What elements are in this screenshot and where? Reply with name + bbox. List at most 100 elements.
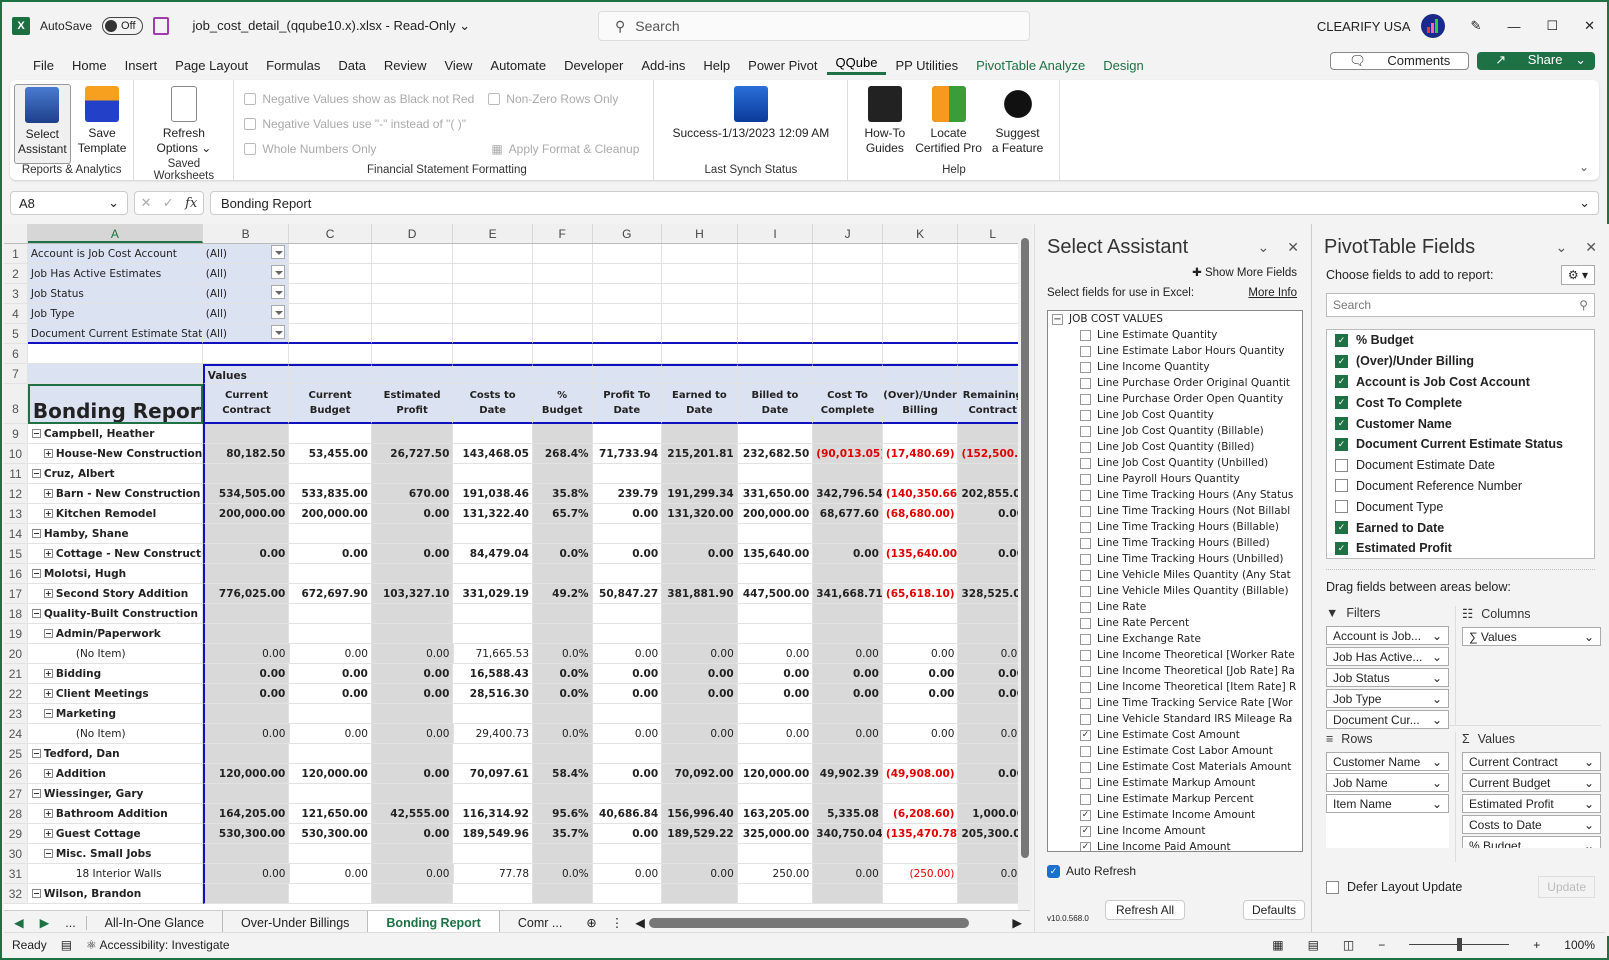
value-cell[interactable]: 84,479.04 — [453, 544, 533, 564]
value-cell[interactable]: (6,208.60) — [882, 804, 959, 824]
field-option[interactable]: Line Estimate Markup Percent — [1048, 791, 1302, 807]
collapse-icon[interactable]: − — [1052, 313, 1063, 325]
value-cell[interactable] — [453, 604, 533, 624]
cell[interactable] — [662, 264, 738, 284]
checkbox-unchecked[interactable] — [1080, 489, 1091, 501]
sheet-tab-comr[interactable]: Comr ... — [500, 911, 580, 935]
value-cell[interactable]: 0.00 — [882, 724, 959, 744]
value-cell[interactable]: 68,677.60 — [813, 504, 883, 524]
cell[interactable] — [662, 244, 738, 264]
value-cell[interactable] — [813, 564, 883, 584]
column-header[interactable]: E — [453, 224, 533, 243]
value-cell[interactable]: 0.00 — [202, 664, 290, 684]
checkbox-unchecked[interactable] — [1080, 361, 1091, 373]
value-cell[interactable]: 0.00 — [737, 664, 814, 684]
field-option[interactable]: ✓ Line Estimate Cost Amount — [1048, 727, 1302, 743]
value-cell[interactable]: 156,996.40 — [662, 804, 738, 824]
row-number[interactable]: 10 — [4, 444, 28, 464]
value-cell[interactable] — [202, 424, 290, 444]
tab-formulas[interactable]: Formulas — [257, 58, 329, 73]
value-cell[interactable]: 0.00 — [289, 724, 372, 744]
row-label[interactable]: (No Item) — [27, 644, 204, 664]
sheet-tab-bonding-report[interactable]: Bonding Report — [368, 910, 500, 935]
chevron-down-icon[interactable]: ⌄ — [1584, 818, 1594, 832]
value-cell[interactable] — [532, 524, 593, 544]
field-option[interactable]: Line Time Tracking Hours (Billable) — [1048, 519, 1302, 535]
tab-review[interactable]: Review — [375, 58, 436, 73]
value-cell[interactable]: 0.0% — [533, 644, 593, 664]
pivot-field[interactable]: ✓ Account is Job Cost Account — [1327, 372, 1594, 393]
cell[interactable] — [453, 284, 533, 304]
tab-file[interactable]: File — [24, 58, 63, 73]
value-cell[interactable]: 0.00 — [592, 664, 663, 684]
chevron-down-icon[interactable]: ⌄ — [1432, 629, 1442, 643]
value-cell[interactable] — [202, 844, 290, 864]
value-cell[interactable]: 0.00 — [289, 644, 372, 664]
cell[interactable] — [737, 304, 814, 324]
dropdown-arrow-icon[interactable] — [271, 305, 286, 319]
value-cell[interactable] — [882, 524, 959, 544]
expand-icon[interactable]: + — [43, 448, 53, 458]
values-field-pill[interactable]: Current Budget ⌄ — [1462, 773, 1601, 792]
checkbox-checked[interactable]: ✓ — [1335, 354, 1348, 368]
value-cell[interactable]: 331,650.00 — [737, 484, 814, 504]
checkbox-unchecked[interactable] — [1335, 458, 1348, 472]
field-option[interactable]: Line Exchange Rate — [1048, 631, 1302, 647]
cell[interactable] — [453, 244, 533, 264]
value-cell[interactable] — [453, 624, 533, 644]
collapse-icon[interactable]: − — [31, 888, 41, 898]
checkbox-unchecked[interactable] — [1080, 345, 1091, 357]
zoom-slider-handle[interactable] — [1457, 938, 1463, 951]
value-cell[interactable] — [737, 624, 814, 644]
field-option[interactable]: Line Estimate Quantity — [1048, 327, 1302, 343]
chevron-down-icon[interactable]: ⌄ — [1432, 671, 1442, 685]
value-cell[interactable] — [289, 844, 372, 864]
scrollbar-thumb[interactable] — [1021, 238, 1029, 858]
cancel-icon[interactable]: ✕ — [141, 195, 152, 211]
filters-field-pill[interactable]: Job Status ⌄ — [1326, 668, 1449, 687]
collapse-ribbon-icon[interactable]: ⌄ — [1579, 160, 1589, 174]
chevron-down-icon[interactable]: ⌄ — [1432, 650, 1442, 664]
column-header[interactable]: A — [27, 224, 203, 243]
enter-icon[interactable]: ✓ — [163, 195, 174, 211]
value-cell[interactable] — [371, 424, 454, 444]
chevron-down-icon[interactable]: ⌄ — [1432, 692, 1442, 706]
expand-icon[interactable]: + — [43, 488, 53, 498]
value-cell[interactable]: 0.00 — [592, 644, 663, 664]
cell[interactable] — [371, 324, 454, 344]
value-cell[interactable]: 35.8% — [532, 484, 593, 504]
value-cell[interactable]: 35.7% — [532, 824, 593, 844]
checkbox-unchecked[interactable] — [1080, 665, 1091, 677]
cell[interactable] — [592, 344, 663, 364]
collapse-icon[interactable]: − — [31, 428, 41, 438]
row-number[interactable]: 9 — [4, 424, 28, 444]
expand-icon[interactable]: + — [43, 768, 53, 778]
collapse-icon[interactable]: − — [31, 568, 41, 578]
value-cell[interactable]: 0.00 — [203, 724, 290, 744]
sheet-tab-over-under-billings[interactable]: Over-Under Billings — [223, 910, 369, 935]
macro-icon[interactable]: ▤ — [61, 938, 72, 952]
tab-qqube[interactable]: QQube — [826, 55, 887, 75]
row-number[interactable]: 25 — [4, 744, 28, 764]
value-cell[interactable] — [202, 604, 290, 624]
value-cell[interactable]: 131,320.00 — [662, 504, 738, 524]
tab-power-pivot[interactable]: Power Pivot — [739, 58, 826, 73]
value-cell[interactable]: 776,025.00 — [202, 584, 290, 604]
value-cell[interactable] — [453, 884, 533, 904]
value-cell[interactable] — [532, 424, 593, 444]
value-cell[interactable] — [813, 844, 883, 864]
value-cell[interactable]: 0.00 — [592, 684, 663, 704]
cell[interactable] — [453, 324, 533, 344]
chevron-down-icon[interactable]: ⌄ — [1584, 776, 1594, 790]
value-cell[interactable] — [592, 784, 663, 804]
value-cell[interactable]: 0.00 — [371, 504, 454, 524]
expand-icon[interactable]: + — [43, 548, 53, 558]
value-cell[interactable]: 0.00 — [813, 664, 883, 684]
value-cell[interactable] — [662, 464, 738, 484]
value-cell[interactable]: 131,322.40 — [453, 504, 533, 524]
scroll-right-icon[interactable]: ▶ — [1012, 915, 1030, 930]
row-label[interactable]: − Marketing — [27, 704, 203, 724]
field-option[interactable]: Line Time Tracking Service Rate [Wor — [1048, 695, 1302, 711]
field-option[interactable]: Line Estimate Labor Hours Quantity — [1048, 343, 1302, 359]
checkbox-checked[interactable]: ✓ — [1335, 417, 1348, 431]
